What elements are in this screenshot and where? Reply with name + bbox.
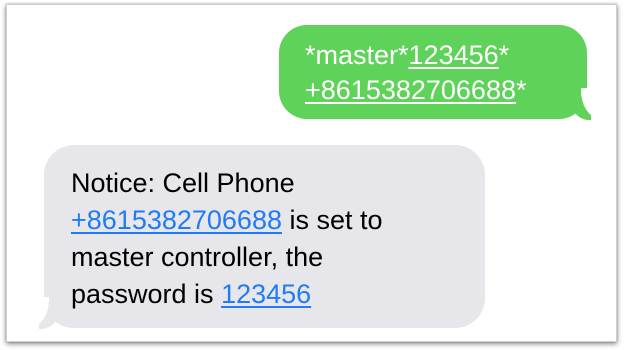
incoming-line-2: +8615382706688 is set to (71, 202, 467, 239)
incoming-password-link[interactable]: 123456 (221, 279, 311, 309)
incoming-line-4: password is 123456 (71, 276, 467, 313)
incoming-text: password is (71, 279, 222, 309)
incoming-phone-link[interactable]: +8615382706688 (71, 205, 282, 235)
outgoing-password-link[interactable]: 123456 (409, 40, 499, 70)
outgoing-star-text: * (498, 40, 510, 70)
incoming-message-bubble[interactable]: Notice: Cell Phone +8615382706688 is set… (29, 145, 485, 329)
incoming-line-3: master controller, the (71, 242, 324, 272)
messages-screen: *master*123456* +8615382706688* Notice: … (6, 4, 617, 342)
outgoing-bubble-tail (567, 88, 601, 120)
incoming-text: is set to (281, 205, 383, 235)
outgoing-line-1: *master*123456* (305, 38, 571, 73)
outgoing-phone-link[interactable]: +8615382706688 (305, 75, 516, 105)
outgoing-prefix-text: *master* (305, 40, 409, 70)
incoming-bubble-tail (29, 297, 63, 329)
incoming-line-1: Notice: Cell Phone (71, 168, 295, 198)
outgoing-message-bubble[interactable]: *master*123456* +8615382706688* (279, 25, 601, 120)
outgoing-line-2: +8615382706688* (305, 73, 571, 108)
outgoing-star-text: * (515, 75, 527, 105)
